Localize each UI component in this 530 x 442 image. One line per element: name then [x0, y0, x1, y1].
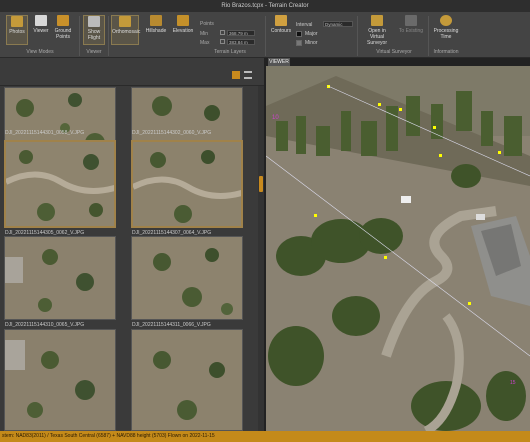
interval-select[interactable]: Dynamic: [323, 21, 353, 27]
open-virtual-surveyor-button[interactable]: Open in Virtual Surveyor: [361, 15, 393, 46]
max-checkbox[interactable]: [220, 39, 225, 44]
minor-color-swatch[interactable]: [296, 40, 302, 46]
virtual-surveyor-group-label: Virtual Surveyor: [376, 49, 412, 55]
contours-icon: [275, 15, 287, 26]
photo-label: DJI_20221115144311_0066_V.JPG: [132, 322, 211, 328]
virtual-surveyor-icon: [371, 15, 383, 26]
status-bar: stem: NAD83(2011) / Texas South Central …: [0, 431, 530, 442]
viewer-group-label: Viewer: [86, 49, 102, 55]
points-label: Points: [200, 21, 214, 27]
orthomosaic-button[interactable]: Orthomosaic: [111, 15, 140, 45]
min-label: Min: [200, 31, 209, 37]
scrollbar-thumb[interactable]: [259, 176, 263, 192]
information-group-label: Information: [433, 49, 459, 55]
terrain-render: 10 15: [266, 66, 530, 431]
max-label: Max: [200, 40, 210, 46]
elevation-button[interactable]: Elevation: [171, 15, 195, 45]
window-title: Rio Brazos.tcpx - Terrain Creator: [0, 0, 530, 12]
photo-thumbnail[interactable]: [131, 236, 243, 320]
photo-thumbnail[interactable]: [4, 236, 116, 320]
clock-icon: [440, 15, 452, 26]
photo-thumbnail-selected[interactable]: [4, 140, 116, 228]
ribbon: Photos Viewer Ground Points View Modes S…: [0, 12, 530, 58]
to-existing-icon: [405, 15, 417, 26]
to-existing-button[interactable]: To Existing: [397, 15, 425, 45]
min-checkbox[interactable]: [220, 30, 225, 35]
viewer-button[interactable]: Viewer: [30, 15, 52, 45]
hillshade-icon: [150, 15, 162, 26]
orthomosaic-icon: [119, 16, 131, 27]
major-label: Major: [305, 31, 318, 37]
photos-icon: [11, 16, 23, 27]
view-modes-group-label: View Modes: [26, 49, 54, 55]
major-color-swatch[interactable]: [296, 31, 302, 37]
viewer-tab[interactable]: VIEWER: [268, 58, 290, 66]
photo-label: DJI_20221115144310_0065_V.JPG: [5, 322, 85, 328]
grid-view-icon[interactable]: [232, 71, 240, 79]
ground-points-button[interactable]: Ground Points: [52, 15, 74, 45]
3d-viewer[interactable]: 10 15: [266, 66, 530, 431]
hillshade-button[interactable]: Hillshade: [143, 15, 169, 45]
photos-toolbar: [0, 58, 264, 86]
photo-grid: DJI_20221115144301_0058_V.JPG DJI_202211…: [0, 86, 258, 431]
terrain-layers-group-label: Terrain Layers: [214, 49, 246, 55]
max-value-field[interactable]: 383.84 m: [227, 39, 255, 45]
photo-label: DJI_20221115144302_0060_V.JPG: [132, 130, 212, 136]
contours-button[interactable]: Contours: [270, 15, 292, 45]
photo-thumbnail[interactable]: [4, 329, 116, 431]
list-view-icon[interactable]: [244, 71, 252, 79]
min-value-field[interactable]: 368.79 m: [227, 30, 255, 36]
svg-text:10: 10: [272, 115, 279, 121]
photo-label: DJI_20221115144301_0058_V.JPG: [5, 130, 85, 136]
interval-label: Interval: [296, 22, 313, 28]
processing-time-button[interactable]: Processing Time: [432, 15, 460, 45]
photo-thumbnail-selected[interactable]: [131, 140, 243, 228]
show-flight-button[interactable]: Show Flight: [83, 15, 105, 45]
svg-text:15: 15: [510, 380, 516, 386]
photos-button[interactable]: Photos: [6, 15, 28, 45]
elevation-icon: [177, 15, 189, 26]
minor-label: Minor: [305, 40, 318, 46]
viewer-icon: [35, 15, 47, 26]
photo-thumbnail[interactable]: [131, 329, 243, 431]
ground-points-icon: [57, 15, 69, 26]
flight-icon: [88, 16, 100, 27]
